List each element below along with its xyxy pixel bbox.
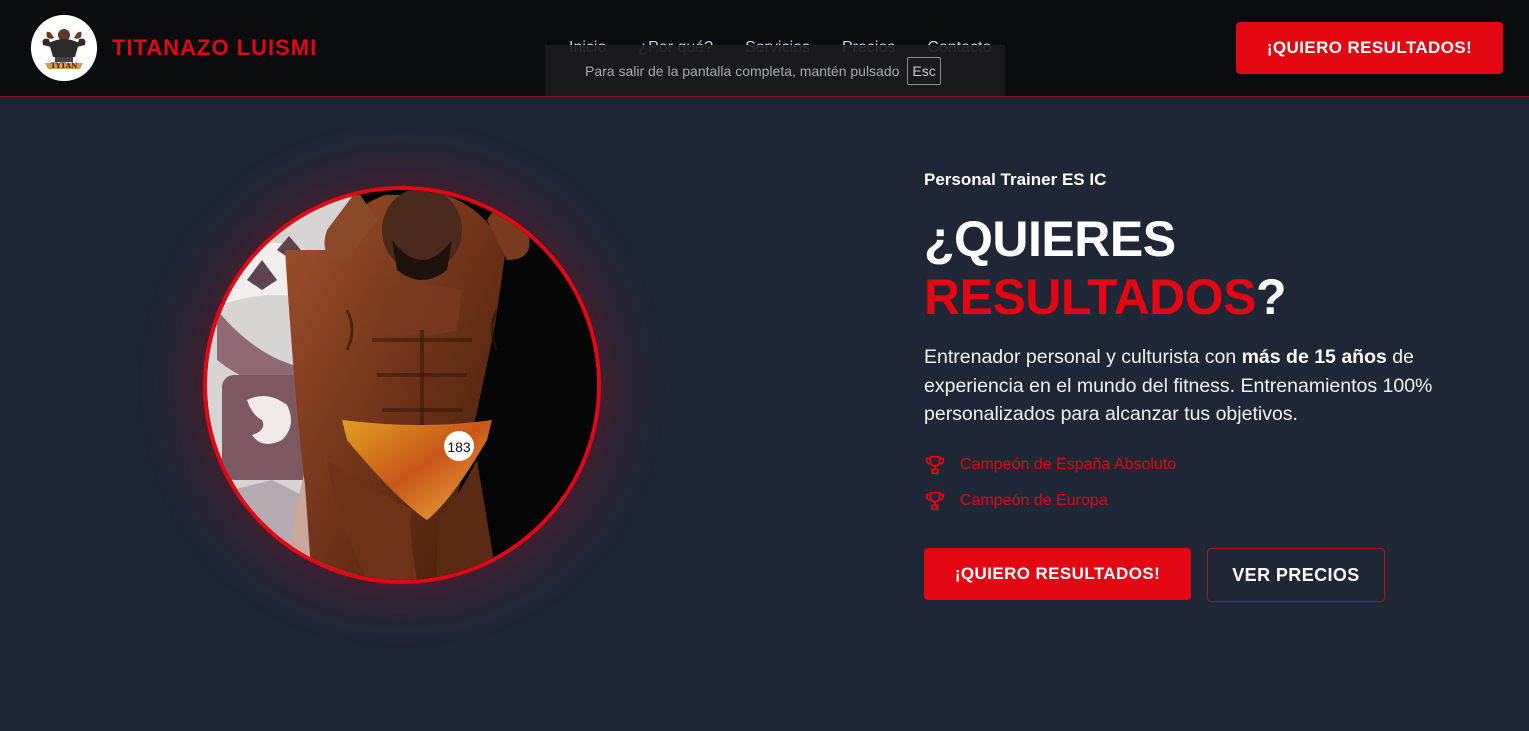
desc-bold: más de 15 años <box>1241 346 1387 368</box>
award-label: Campeón de España Absoluto <box>960 455 1177 473</box>
desc-part-1: Entrenador personal y culturista con <box>924 346 1242 368</box>
awards-list: Campeón de España Absoluto Campeón de Eu… <box>924 454 1484 512</box>
esc-key-hint: Esc <box>907 56 941 85</box>
headline-highlight: RESULTADOS <box>924 269 1257 325</box>
headline-line1: ¿QUIERES <box>924 211 1176 267</box>
hero-headline: ¿QUIERES RESULTADOS? <box>924 210 1484 326</box>
hero-subtitle: Personal Trainer ES IC <box>924 170 1107 189</box>
hero-text: Personal Trainer ES IC ¿QUIERES RESULTAD… <box>924 170 1484 512</box>
svg-text:183: 183 <box>447 439 471 455</box>
view-prices-button[interactable]: VER PRECIOS <box>1207 548 1385 602</box>
brand-name[interactable]: TITANAZO LUISMI <box>112 35 317 61</box>
award-item: Campeón de Europa <box>924 490 1484 512</box>
svg-text:TYTAN: TYTAN <box>51 61 78 70</box>
trophy-icon <box>925 455 945 474</box>
headline-question-mark: ? <box>1256 269 1287 325</box>
fullscreen-exit-notice: Para salir de la pantalla completa, mant… <box>545 45 1005 96</box>
award-item: Campeón de España Absoluto <box>924 454 1484 476</box>
hero-bodybuilder-photo: 183 <box>203 186 601 584</box>
nav-cta-button[interactable]: ¡QUIERO RESULTADOS! <box>1236 22 1503 74</box>
brand-logo[interactable]: TYTAN <box>31 15 97 81</box>
fullscreen-notice-text: Para salir de la pantalla completa, mant… <box>585 62 900 79</box>
hero-description: Entrenador personal y culturista con más… <box>924 343 1484 429</box>
award-label: Campeón de Europa <box>960 491 1108 509</box>
hero-cta-button[interactable]: ¡QUIERO RESULTADOS! <box>924 548 1191 600</box>
navbar: TYTAN TITANAZO LUISMI Inicio ¿Por qué? S… <box>0 0 1529 97</box>
trophy-icon <box>925 491 945 510</box>
brand[interactable]: TYTAN TITANAZO LUISMI <box>31 15 317 81</box>
hero-buttons: ¡QUIERO RESULTADOS! VER PRECIOS <box>924 548 1385 602</box>
